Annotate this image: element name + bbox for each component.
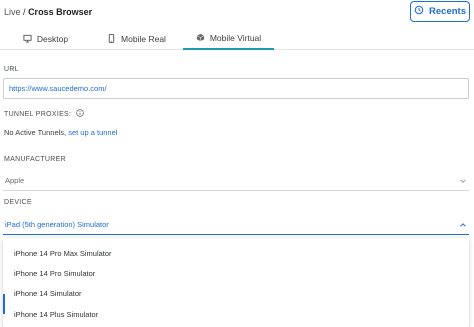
info-icon[interactable] — [75, 109, 84, 119]
recents-label: Recents — [429, 6, 466, 17]
device-label: DEVICE — [4, 199, 32, 206]
chevron-down-icon — [459, 177, 467, 185]
breadcrumb-current: Cross Browser — [28, 7, 93, 17]
chevron-up-icon — [459, 221, 467, 229]
monitor-icon — [23, 34, 32, 45]
manufacturer-value: Apple — [5, 175, 25, 185]
recents-button[interactable]: Recents — [410, 1, 470, 22]
tunnel-status-text: No Active Tunnels, — [4, 128, 67, 137]
breadcrumb-live-link[interactable]: Live — [4, 7, 21, 17]
tab-bar: Desktop Mobile Real Mobile Virtual — [0, 28, 474, 50]
tab-desktop-label: Desktop — [36, 34, 69, 44]
tunnel-proxies-label-text: TUNNEL PROXIES: — [4, 110, 72, 118]
device-dropdown: iPhone 14 Pro Max Simulator iPhone 14 Pr… — [3, 238, 469, 327]
breadcrumb: Live / Cross Browser — [4, 7, 92, 17]
tab-desktop[interactable]: Desktop — [0, 28, 91, 50]
url-input[interactable]: https://www.saucedemo.com/ — [3, 78, 469, 99]
header: Live / Cross Browser Recents — [0, 0, 474, 28]
url-label: URL — [4, 66, 19, 73]
device-option[interactable]: iPhone 14 Pro Simulator — [14, 269, 95, 278]
history-icon — [414, 5, 424, 18]
tab-mobile-real-label: Mobile Real — [121, 34, 166, 44]
tab-mobile-real[interactable]: Mobile Real — [91, 28, 182, 50]
tab-mobile-virtual-label: Mobile Virtual — [209, 33, 262, 43]
manufacturer-select[interactable]: Apple — [3, 170, 469, 191]
tunnel-proxies-label: TUNNEL PROXIES: — [4, 109, 84, 119]
breadcrumb-separator: / — [23, 7, 26, 17]
smartphone-icon — [107, 33, 116, 45]
device-option[interactable]: iPhone 14 Simulator — [14, 289, 82, 298]
cube-icon — [196, 33, 205, 44]
manufacturer-label: MANUFACTURER — [4, 156, 66, 163]
setup-tunnel-link[interactable]: set up a tunnel — [68, 128, 117, 137]
device-select[interactable]: iPad (5th generation) Simulator — [3, 214, 469, 235]
device-option[interactable]: iPhone 14 Pro Max Simulator — [14, 249, 112, 258]
device-value: iPad (5th generation) Simulator — [5, 219, 109, 229]
tab-mobile-virtual[interactable]: Mobile Virtual — [183, 28, 274, 50]
device-option[interactable]: iPhone 14 Plus Simulator — [14, 310, 98, 319]
tunnel-status: No Active Tunnels, set up a tunnel — [4, 128, 117, 137]
focus-accent — [3, 294, 5, 314]
